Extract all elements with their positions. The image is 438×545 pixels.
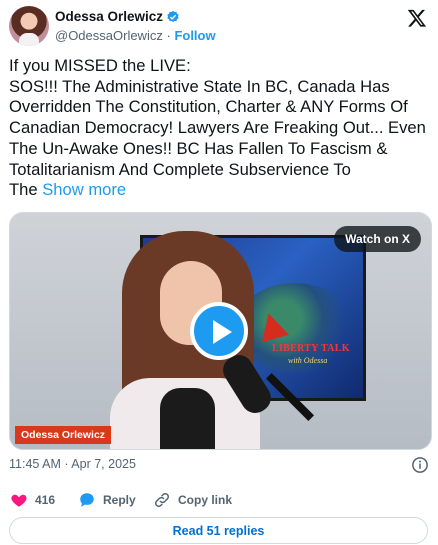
post-text: If you MISSED the LIVE: SOS!!! The Admin… [9, 56, 431, 201]
copy-link-label: Copy link [178, 493, 233, 507]
read-replies-button[interactable]: Read 51 replies [9, 517, 428, 544]
reply-label: Reply [103, 493, 136, 507]
handle-row: @OdessaOrlewicz · Follow [55, 28, 216, 43]
heart-icon [11, 494, 27, 507]
name-row: Odessa Orlewicz [55, 9, 180, 24]
avatar[interactable] [9, 6, 49, 46]
brand-subtitle: with Odessa [288, 356, 328, 365]
play-button[interactable] [190, 302, 248, 360]
like-count: 416 [35, 493, 56, 507]
video-player[interactable]: LIBERTY TALK with Odessa Watch on X Odes… [9, 212, 432, 450]
action-bar: 416 Reply Copy link [10, 491, 430, 511]
link-icon [154, 492, 170, 508]
lower-third-name-tag: Odessa Orlewicz [15, 426, 112, 444]
copy-link-action[interactable]: Copy link [153, 491, 232, 509]
post-timestamp[interactable]: 11:45 AM · Apr 7, 2025 [9, 457, 136, 471]
post-body: If you MISSED the LIVE: SOS!!! The Admin… [9, 56, 426, 200]
post-header: Odessa Orlewicz @OdessaOrlewicz · Follow [9, 6, 429, 48]
show-more-link[interactable]: Show more [42, 180, 126, 199]
brand-logo: LIBERTY TALK [272, 343, 350, 354]
play-icon [213, 320, 232, 344]
follow-button[interactable]: Follow [174, 28, 215, 43]
watch-on-x-button[interactable]: Watch on X [334, 226, 421, 252]
reply-bubble-icon [80, 493, 94, 507]
presenter-top [160, 388, 215, 449]
author-handle[interactable]: @OdessaOrlewicz [55, 28, 163, 43]
separator: · [166, 28, 171, 43]
verified-badge-icon [167, 10, 179, 22]
like-action[interactable]: 416 [10, 491, 55, 509]
info-icon[interactable] [411, 456, 429, 474]
author-name[interactable]: Odessa Orlewicz [55, 9, 163, 24]
x-logo-icon[interactable] [407, 8, 427, 28]
reply-action[interactable]: Reply [78, 491, 136, 509]
